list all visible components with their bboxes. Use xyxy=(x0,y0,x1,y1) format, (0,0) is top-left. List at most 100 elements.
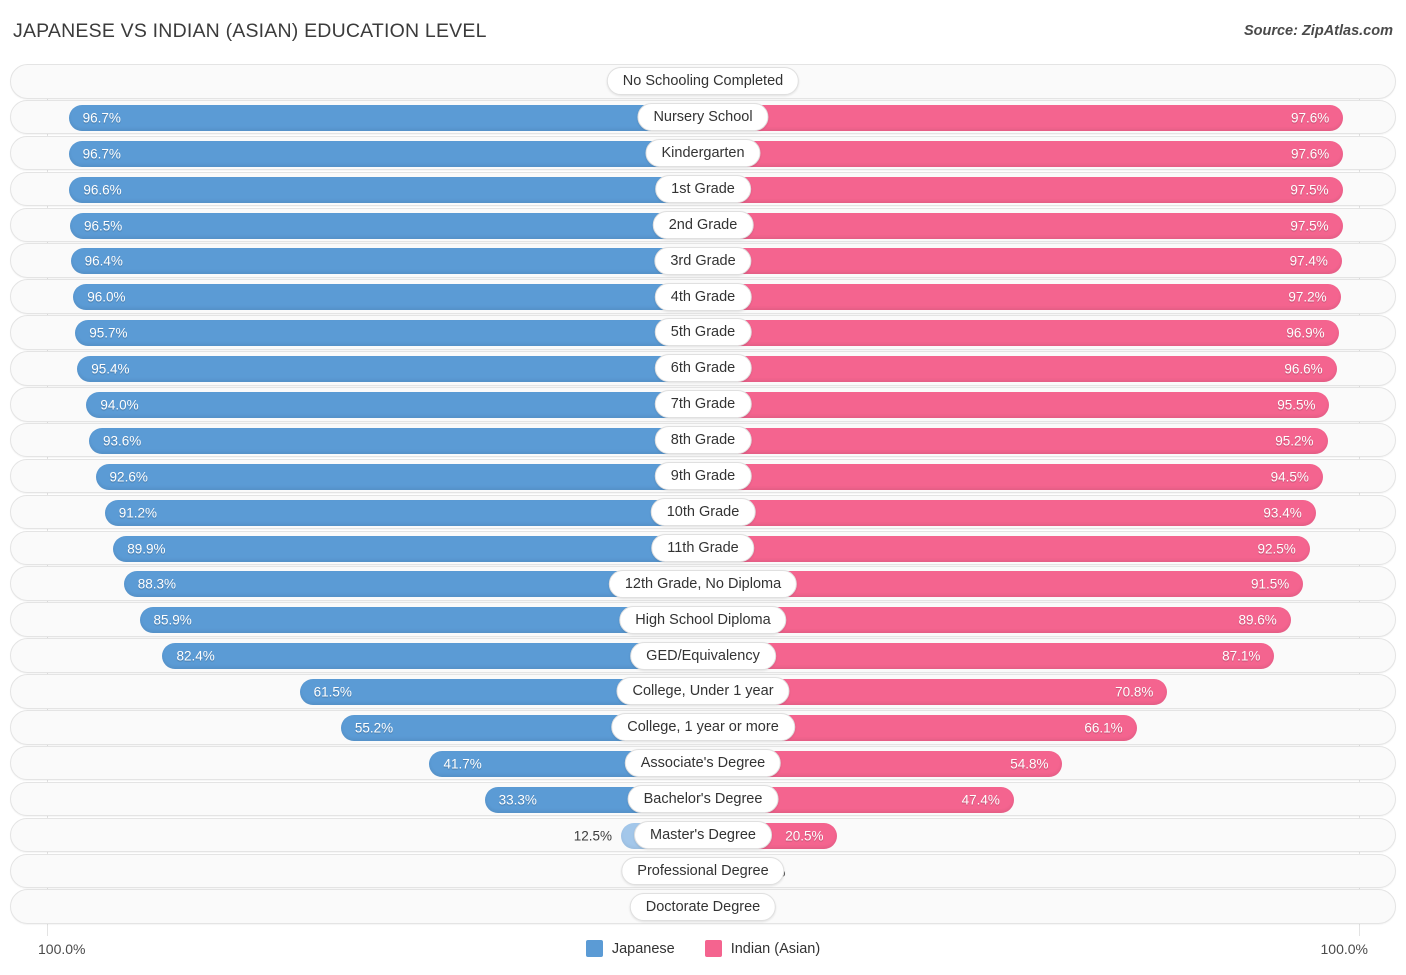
chart-row: 1.5%2.9%Doctorate Degree xyxy=(10,889,1396,924)
bar-value-indian-asian: 91.5% xyxy=(1251,578,1289,592)
legend-swatch-icon xyxy=(586,940,603,957)
bar-value-japanese: 96.0% xyxy=(87,291,125,305)
bar-japanese: 91.2% xyxy=(105,500,703,526)
bar-japanese: 95.4% xyxy=(77,356,703,382)
bar-value-indian-asian: 97.4% xyxy=(1290,255,1328,269)
category-label: 10th Grade xyxy=(651,498,756,526)
category-label: 3rd Grade xyxy=(654,247,751,275)
category-label: Doctorate Degree xyxy=(630,893,776,921)
chart-row: 55.2%66.1%College, 1 year or more xyxy=(10,710,1396,745)
source-attribution: Source: ZipAtlas.com xyxy=(1244,23,1393,39)
bar-japanese: 96.7% xyxy=(69,105,703,131)
category-label: Bachelor's Degree xyxy=(628,785,779,813)
chart-row: 85.9% 89.6% High School Diploma xyxy=(10,602,1396,637)
bar-value-indian-asian: 96.9% xyxy=(1286,326,1324,340)
bar-japanese: 89.9% xyxy=(113,536,703,562)
bar-indian-asian: 97.6% xyxy=(703,141,1343,167)
bar-indian-asian: 92.5% xyxy=(703,536,1310,562)
bar-japanese: 93.6% xyxy=(89,428,703,454)
bar-value-indian-asian: 97.5% xyxy=(1290,183,1328,197)
bar-value-japanese: 12.5% xyxy=(574,829,612,843)
chart-row: 41.7% 54.8% Associate's Degree xyxy=(10,746,1396,781)
chart-row: 95.7% 96.9% 5th Grade xyxy=(10,315,1396,350)
bar-value-japanese: 96.7% xyxy=(83,111,121,125)
chart-row: 96.7%97.6%Nursery School xyxy=(10,100,1396,135)
bar-value-indian-asian: 66.1% xyxy=(1084,721,1122,735)
chart-row: 96.4% 97.4% 3rd Grade xyxy=(10,243,1396,278)
category-label: 1st Grade xyxy=(655,175,751,203)
chart-row: 88.3%91.5%12th Grade, No Diploma xyxy=(10,566,1396,601)
category-label: High School Diploma xyxy=(619,606,786,634)
category-label: Associate's Degree xyxy=(625,749,781,777)
bar-indian-asian: 95.2% xyxy=(703,428,1328,454)
category-label: 5th Grade xyxy=(655,318,752,346)
bar-value-japanese: 89.9% xyxy=(127,542,165,556)
bar-indian-asian: 87.1% xyxy=(703,643,1274,669)
chart-row: 95.4% 96.6% 6th Grade xyxy=(10,351,1396,386)
bar-japanese: 96.0% xyxy=(73,284,703,310)
bar-value-japanese: 85.9% xyxy=(154,614,192,628)
bar-value-indian-asian: 95.2% xyxy=(1275,434,1313,448)
chart-row: 82.4%87.1%GED/Equivalency xyxy=(10,638,1396,673)
bar-japanese: 96.6% xyxy=(69,177,703,203)
bar-value-indian-asian: 70.8% xyxy=(1115,685,1153,699)
bar-value-indian-asian: 95.5% xyxy=(1277,398,1315,412)
bar-indian-asian: 94.5% xyxy=(703,464,1323,490)
chart-row: 12.5%20.5%Master's Degree xyxy=(10,818,1396,853)
bar-value-japanese: 41.7% xyxy=(443,757,481,771)
bar-indian-asian: 95.5% xyxy=(703,392,1329,418)
bar-japanese: 96.7% xyxy=(69,141,703,167)
bar-value-japanese: 82.4% xyxy=(176,650,214,664)
bar-value-japanese: 96.4% xyxy=(85,255,123,269)
category-label: 12th Grade, No Diploma xyxy=(609,570,797,598)
bar-indian-asian: 96.9% xyxy=(703,320,1339,346)
chart-row: 3.3%2.5%No Schooling Completed xyxy=(10,64,1396,99)
bar-japanese: 94.0% xyxy=(86,392,703,418)
legend-swatch-icon xyxy=(705,940,722,957)
bar-value-japanese: 96.5% xyxy=(84,219,122,233)
bar-value-indian-asian: 89.6% xyxy=(1238,614,1276,628)
bar-value-japanese: 96.6% xyxy=(83,183,121,197)
bar-value-japanese: 93.6% xyxy=(103,434,141,448)
bar-value-japanese: 96.7% xyxy=(83,147,121,161)
bar-indian-asian: 97.6% xyxy=(703,105,1343,131)
bar-indian-asian: 96.6% xyxy=(703,356,1337,382)
chart-footer: 100.0% 100.0% JapaneseIndian (Asian) xyxy=(0,938,1406,968)
bar-indian-asian: 97.2% xyxy=(703,284,1341,310)
bar-value-japanese: 95.4% xyxy=(91,362,129,376)
bar-japanese: 96.4% xyxy=(71,248,703,274)
chart-row: 94.0% 95.5% 7th Grade xyxy=(10,387,1396,422)
bar-value-japanese: 91.2% xyxy=(119,506,157,520)
category-label: 4th Grade xyxy=(655,283,752,311)
category-label: 7th Grade xyxy=(655,390,752,418)
bar-value-japanese: 92.6% xyxy=(110,470,148,484)
bar-value-indian-asian: 54.8% xyxy=(1010,757,1048,771)
bar-value-japanese: 95.7% xyxy=(89,326,127,340)
chart-row: 33.3%47.4%Bachelor's Degree xyxy=(10,782,1396,817)
category-label: 2nd Grade xyxy=(653,211,754,239)
category-label: 6th Grade xyxy=(655,354,752,382)
bar-value-indian-asian: 94.5% xyxy=(1271,470,1309,484)
diverging-bar-plot: 3.3%2.5%No Schooling Completed 96.7% 97.6%… xyxy=(10,64,1396,936)
bar-value-indian-asian: 97.5% xyxy=(1290,219,1328,233)
bar-value-indian-asian: 20.5% xyxy=(785,829,823,843)
chart-page: JAPANESE VS INDIAN (ASIAN) EDUCATION LEV… xyxy=(0,0,1406,975)
bar-japanese: 95.7% xyxy=(75,320,703,346)
category-label: College, 1 year or more xyxy=(611,713,795,741)
bar-indian-asian: 93.4% xyxy=(703,500,1316,526)
chart-row: 92.6% 94.5% 9th Grade xyxy=(10,459,1396,494)
category-label: No Schooling Completed xyxy=(607,67,799,95)
category-label: Professional Degree xyxy=(621,857,784,885)
bar-indian-asian: 97.5% xyxy=(703,213,1343,239)
chart-row: 91.2% 93.4% 10th Grade xyxy=(10,495,1396,530)
legend-item: Japanese xyxy=(586,940,675,957)
chart-row: 3.5%6.5%Professional Degree xyxy=(10,854,1396,889)
bar-value-indian-asian: 47.4% xyxy=(962,793,1000,807)
category-label: 9th Grade xyxy=(655,462,752,490)
bar-value-indian-asian: 96.6% xyxy=(1284,362,1322,376)
bar-value-indian-asian: 87.1% xyxy=(1222,650,1260,664)
legend-item: Indian (Asian) xyxy=(705,940,820,957)
bar-value-indian-asian: 93.4% xyxy=(1263,506,1301,520)
chart-row: 93.6%95.2%8th Grade xyxy=(10,423,1396,458)
bar-value-indian-asian: 97.6% xyxy=(1291,111,1329,125)
